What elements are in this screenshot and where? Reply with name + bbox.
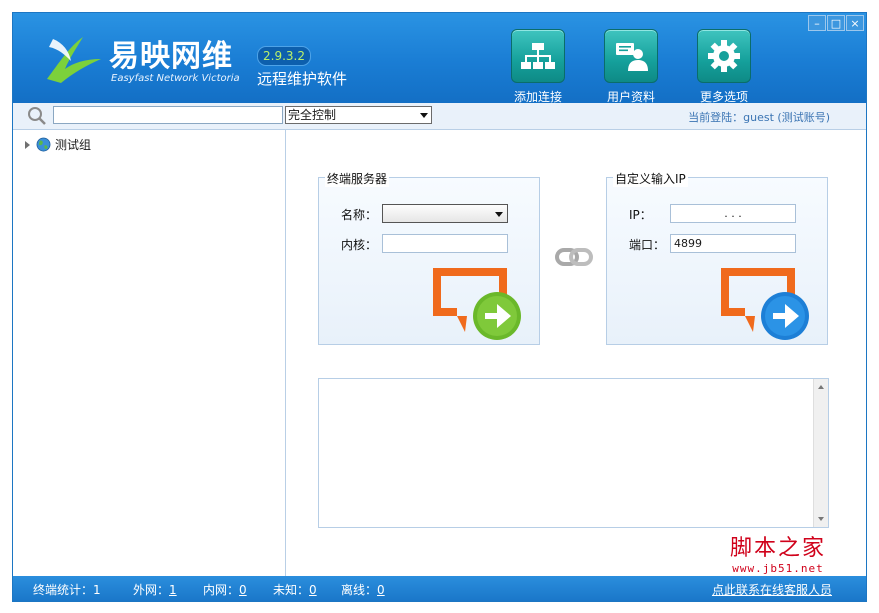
chevron-down-icon <box>495 212 503 217</box>
scroll-up-icon[interactable] <box>818 385 824 389</box>
port-label: 端口： <box>629 238 666 252</box>
terminal-server-panel: 终端服务器 名称： 内核： <box>318 170 540 345</box>
custom-ip-title: 自定义输入IP <box>613 170 688 187</box>
custom-ip-panel: 自定义输入IP IP： . . . 端口： 4899 <box>606 170 828 345</box>
search-bar: 完全控制 当前登陆：guest (测试账号) <box>13 103 866 130</box>
core-label: 内核： <box>341 238 378 252</box>
add-connection-button[interactable]: 添加连接 <box>503 29 573 105</box>
offline-count-status: 离线：0 <box>341 581 385 598</box>
close-button[interactable]: × <box>846 15 864 31</box>
external-count-link[interactable]: 1 <box>169 583 177 597</box>
gear-icon <box>708 40 740 72</box>
terminal-count-value: 1 <box>93 583 101 597</box>
tree-item-label: 测试组 <box>55 138 92 152</box>
offline-count-label: 离线： <box>341 583 378 597</box>
search-icon[interactable] <box>27 106 47 126</box>
globe-icon <box>36 137 51 152</box>
app-header: – □ × 易映网维 Easyfast Network Victoria 2.9… <box>13 13 866 105</box>
name-select[interactable] <box>382 204 508 223</box>
control-mode-value: 完全控制 <box>288 108 337 122</box>
expand-arrow-icon[interactable] <box>25 140 30 149</box>
chevron-down-icon <box>420 113 428 118</box>
status-bar: 终端统计：1 外网：1 内网：0 未知：0 离线：0 点此联系在线客服人员 <box>13 576 866 601</box>
ip-field[interactable]: . . . <box>670 204 796 223</box>
login-status: 当前登陆：guest (测试账号) <box>688 111 830 124</box>
log-scrollbar[interactable] <box>813 379 828 527</box>
control-mode-select[interactable]: 完全控制 <box>285 106 432 124</box>
unknown-count-status: 未知：0 <box>273 581 317 598</box>
internal-count-label: 内网： <box>203 583 240 597</box>
watermark-cn: 脚本之家 <box>729 536 826 561</box>
port-field[interactable]: 4899 <box>670 234 796 253</box>
internal-count-link[interactable]: 0 <box>239 583 247 597</box>
network-icon <box>521 43 555 69</box>
app-logo-icon <box>47 37 101 83</box>
offline-count-link[interactable]: 0 <box>377 583 385 597</box>
unknown-count-label: 未知： <box>273 583 310 597</box>
site-watermark: 脚本之家 www.jb51.net <box>718 530 838 575</box>
maximize-button[interactable]: □ <box>827 15 845 31</box>
core-field[interactable] <box>382 234 508 253</box>
group-tree: 测试组 <box>13 130 286 576</box>
unknown-count-link[interactable]: 0 <box>309 583 317 597</box>
app-window: – □ × 易映网维 Easyfast Network Victoria 2.9… <box>12 12 867 602</box>
more-options-button[interactable]: 更多选项 <box>689 29 759 105</box>
brand-name: 易映网维 <box>109 39 233 74</box>
terminal-count-status: 终端统计：1 <box>33 581 101 598</box>
search-input[interactable] <box>53 106 283 124</box>
connect-server-button[interactable] <box>429 264 525 344</box>
app-subtitle: 远程维护软件 <box>257 70 348 88</box>
terminal-count-label: 终端统计： <box>33 583 94 597</box>
ip-label: IP： <box>629 208 652 222</box>
link-icon <box>555 248 593 266</box>
connect-ip-button[interactable] <box>717 264 813 344</box>
external-count-status: 外网：1 <box>133 581 177 598</box>
watermark-url: www.jb51.net <box>732 562 824 575</box>
online-support-link[interactable]: 点此联系在线客服人员 <box>712 581 832 598</box>
terminal-server-title: 终端服务器 <box>325 170 390 187</box>
external-count-label: 外网： <box>133 583 170 597</box>
tree-item-test-group[interactable]: 测试组 <box>25 136 91 153</box>
brand-english-name: Easyfast Network Victoria <box>111 73 240 84</box>
internal-count-status: 内网：0 <box>203 581 247 598</box>
minimize-button[interactable]: – <box>808 15 826 31</box>
version-badge: 2.9.3.2 <box>257 46 311 66</box>
user-profile-icon <box>616 43 648 71</box>
user-profile-button[interactable]: 用户资料 <box>596 29 666 105</box>
scroll-down-icon[interactable] <box>818 517 824 521</box>
name-label: 名称： <box>341 208 378 222</box>
log-area[interactable] <box>318 378 829 528</box>
